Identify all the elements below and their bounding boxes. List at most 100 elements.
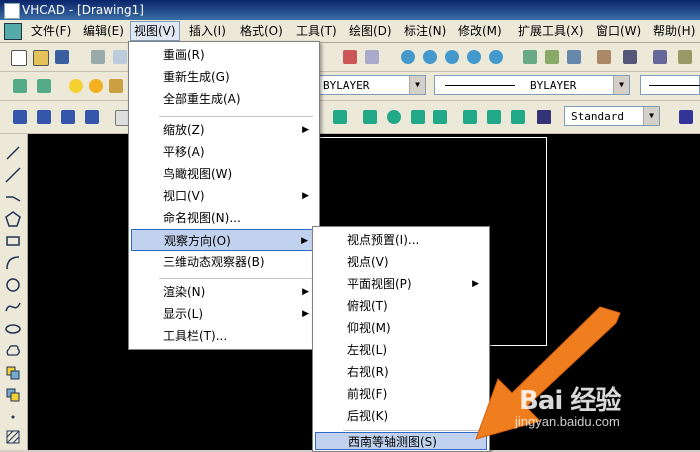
construction-line-icon[interactable] — [3, 166, 23, 184]
zoom-extents-icon[interactable] — [464, 47, 484, 67]
submenu-arrow-icon: ▶ — [301, 236, 308, 246]
menu-item-regen-all[interactable]: 全部重生成(A) — [131, 88, 317, 110]
menu-insert[interactable]: 插入(I) — [186, 22, 229, 40]
dim-tedit-icon[interactable] — [460, 107, 480, 127]
point-icon[interactable] — [3, 408, 23, 426]
zoom-previous-icon[interactable] — [486, 47, 506, 67]
color-select[interactable]: BYLAYER ▼ — [316, 75, 426, 95]
sun-icon[interactable] — [86, 76, 106, 96]
menu-file[interactable]: 文件(F) — [28, 22, 74, 40]
print-icon[interactable] — [88, 47, 108, 67]
text-style-select[interactable]: Standard ▼ — [564, 106, 660, 126]
linetype-value: BYLAYER — [530, 79, 577, 92]
chevron-down-icon[interactable]: ▼ — [613, 76, 629, 94]
layer-stack-icon[interactable] — [34, 76, 54, 96]
polygon-icon[interactable] — [3, 210, 23, 228]
menu-item-named-views[interactable]: 命名视图(N)... — [131, 207, 317, 229]
bulb-icon[interactable] — [66, 76, 86, 96]
lock-icon[interactable] — [106, 76, 126, 96]
document-icon[interactable] — [4, 23, 22, 40]
arc-icon[interactable] — [3, 254, 23, 272]
preview-icon[interactable] — [110, 47, 130, 67]
zoom-out-icon[interactable] — [420, 47, 440, 67]
tool-palette-icon[interactable] — [564, 47, 584, 67]
menu-help[interactable]: 帮助(H) — [650, 22, 698, 40]
pen-icon[interactable] — [620, 47, 640, 67]
ordinate-dim-icon[interactable] — [82, 107, 102, 127]
menu-item-regen[interactable]: 重新生成(G) — [131, 66, 317, 88]
menu-item-toolbars[interactable]: 工具栏(T)... — [131, 325, 317, 347]
menu-ext-tools[interactable]: 扩展工具(X) — [515, 22, 587, 40]
lineweight-select[interactable] — [640, 75, 700, 95]
menu-separator — [159, 278, 313, 279]
menu-item-viewports[interactable]: 视口(V) ▶ — [131, 185, 317, 207]
menu-item-render[interactable]: 渲染(N) ▶ — [131, 281, 317, 303]
tolerance-icon[interactable] — [408, 107, 428, 127]
menu-format[interactable]: 格式(O) — [237, 22, 286, 40]
linetype-select[interactable]: BYLAYER ▼ — [434, 75, 630, 95]
design-center-icon[interactable] — [542, 47, 562, 67]
named-view-icon[interactable] — [340, 47, 360, 67]
center-mark-icon[interactable] — [360, 107, 380, 127]
chevron-down-icon[interactable]: ▼ — [409, 76, 425, 94]
title-bar: VHCAD - [Drawing1] — [0, 0, 700, 20]
aligned-dim-icon[interactable] — [34, 107, 54, 127]
draw-toolbar — [0, 134, 28, 450]
submenu-item-viewpoint[interactable]: 视点(V) — [315, 251, 487, 273]
text-style-icon[interactable] — [534, 107, 554, 127]
insert-block-icon[interactable] — [3, 364, 23, 382]
zoom-in-icon[interactable] — [398, 47, 418, 67]
layer-tool-icon[interactable] — [650, 47, 670, 67]
menu-item-3d-orbit[interactable]: 三维动态观察器(B) — [131, 251, 317, 273]
dim-center-icon[interactable] — [384, 107, 404, 127]
dim-style-icon[interactable] — [508, 107, 528, 127]
make-block-icon[interactable] — [3, 386, 23, 404]
app-icon — [4, 3, 20, 19]
menu-view[interactable]: 视图(V) — [130, 21, 180, 41]
save-icon[interactable] — [52, 47, 72, 67]
rectangle-icon[interactable] — [3, 232, 23, 250]
menu-dimension[interactable]: 标注(N) — [401, 22, 449, 40]
standard-toolbar — [0, 43, 700, 72]
cloud-icon[interactable] — [3, 342, 23, 360]
submenu-item-viewpoint-presets[interactable]: 视点预置(I)... — [315, 229, 487, 251]
linear-dim-icon[interactable] — [10, 107, 30, 127]
menu-draw[interactable]: 绘图(D) — [346, 22, 395, 40]
properties-icon[interactable] — [520, 47, 540, 67]
menu-item-zoom[interactable]: 缩放(Z) ▶ — [131, 119, 317, 141]
attribute-icon[interactable] — [675, 47, 695, 67]
dim-update-icon[interactable] — [484, 107, 504, 127]
menu-tools[interactable]: 工具(T) — [293, 22, 340, 40]
dim-style-manager-icon[interactable] — [676, 107, 696, 127]
spline-icon[interactable] — [3, 298, 23, 316]
view-menu-dropdown: 重画(R) 重新生成(G) 全部重生成(A) 缩放(Z) ▶ 平移(A) 鸟瞰视图… — [128, 41, 320, 350]
layers-icon[interactable] — [10, 76, 30, 96]
menu-modify[interactable]: 修改(M) — [455, 22, 505, 40]
ellipse-icon[interactable] — [3, 320, 23, 338]
watermark-logo: Bai 经验 — [519, 386, 621, 416]
menu-item-pan[interactable]: 平移(A) — [131, 141, 317, 163]
menu-window[interactable]: 窗口(W) — [593, 22, 644, 40]
text-style-value: Standard — [571, 110, 624, 123]
zoom-window-icon[interactable] — [442, 47, 462, 67]
new-file-icon[interactable] — [8, 47, 28, 67]
zoom-realtime-icon[interactable] — [362, 47, 382, 67]
chevron-down-icon[interactable]: ▼ — [643, 107, 659, 125]
dim-edit-icon[interactable] — [330, 107, 350, 127]
submenu-arrow-icon: ▶ — [472, 279, 479, 289]
hatch-icon[interactable] — [3, 428, 23, 446]
quick-dim-icon[interactable] — [430, 107, 450, 127]
circle-icon[interactable] — [3, 276, 23, 294]
menu-edit[interactable]: 编辑(E) — [80, 22, 127, 40]
menu-item-display[interactable]: 显示(L) ▶ — [131, 303, 317, 325]
submenu-item-plan-view[interactable]: 平面视图(P) ▶ — [315, 273, 487, 295]
menu-item-view-direction[interactable]: 观察方向(O) ▶ — [131, 229, 317, 251]
line-icon[interactable] — [3, 144, 23, 162]
menu-item-redraw[interactable]: 重画(R) — [131, 44, 317, 66]
arc-dim-icon[interactable] — [58, 107, 78, 127]
menu-item-aerial-view[interactable]: 鸟瞰视图(W) — [131, 163, 317, 185]
window-title: VHCAD - [Drawing1] — [22, 3, 144, 17]
edit-block-icon[interactable] — [594, 47, 614, 67]
polyline-icon[interactable] — [3, 188, 23, 206]
open-file-icon[interactable] — [30, 47, 50, 67]
